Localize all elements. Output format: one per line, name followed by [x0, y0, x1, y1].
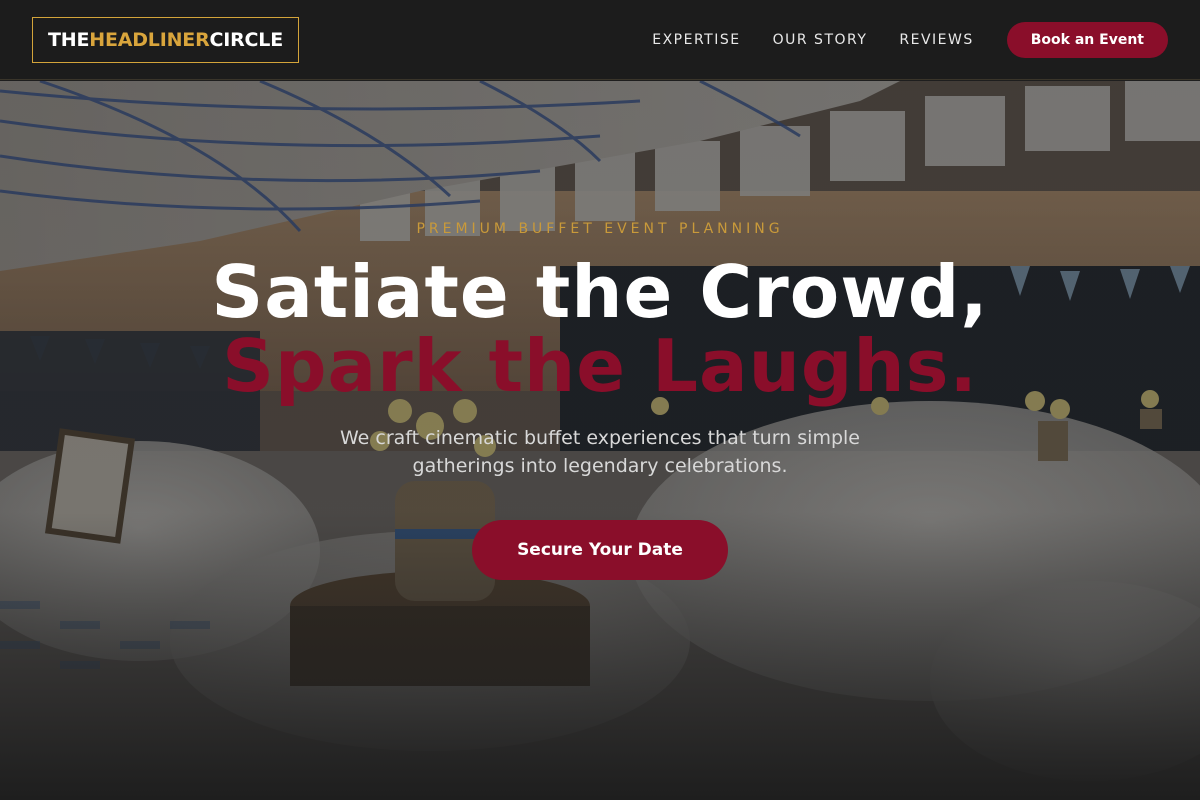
hero-headline-line2: Spark the Laughs.	[222, 324, 978, 408]
hero-headline-line1: Satiate the Crowd,	[211, 250, 989, 334]
logo-text-circle: CIRCLE	[209, 28, 284, 51]
nav-link-our-story[interactable]: OUR STORY	[773, 32, 868, 48]
hero-section: PREMIUM BUFFET EVENT PLANNING Satiate th…	[0, 81, 1200, 800]
secure-date-button[interactable]: Secure Your Date	[472, 520, 728, 580]
logo-text-the: THE	[48, 28, 90, 51]
site-header: THE HEADLINER CIRCLE EXPERTISE OUR STORY…	[0, 0, 1200, 80]
hero-eyebrow: PREMIUM BUFFET EVENT PLANNING	[416, 221, 784, 237]
nav-link-reviews[interactable]: REVIEWS	[899, 32, 973, 48]
hero-subtitle: We craft cinematic buffet experiences th…	[340, 427, 860, 477]
nav-link-expertise[interactable]: EXPERTISE	[652, 32, 740, 48]
site-logo[interactable]: THE HEADLINER CIRCLE	[32, 16, 299, 63]
book-event-button[interactable]: Book an Event	[1006, 21, 1168, 58]
logo-text-headliner: HEADLINER	[89, 28, 210, 51]
main-nav: EXPERTISE OUR STORY REVIEWS Book an Even…	[652, 21, 1168, 58]
